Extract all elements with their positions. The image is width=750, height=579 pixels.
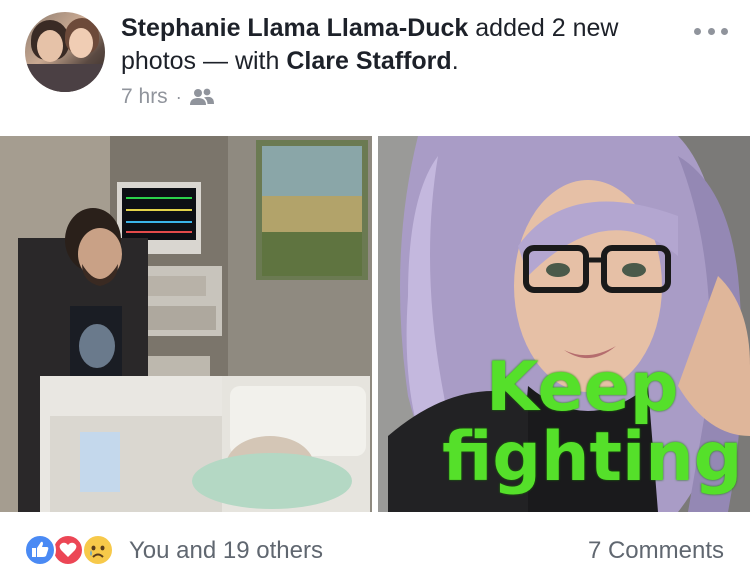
author-name-link[interactable]: Stephanie Llama Llama-Duck <box>121 14 468 42</box>
reactions-bar: You and 19 others 7 Comments <box>0 512 750 579</box>
post-timestamp[interactable]: 7 hrs <box>121 85 168 109</box>
love-icon <box>52 534 84 566</box>
caption-line1: Keep <box>486 348 679 427</box>
photo-grid: Keep fighting <box>0 136 750 512</box>
post-meta: 7 hrs · <box>121 84 214 110</box>
reaction-icons[interactable] <box>24 534 124 568</box>
more-options-icon[interactable] <box>690 16 732 46</box>
post-headline: Stephanie Llama Llama-Duck added 2 new p… <box>121 12 681 78</box>
meta-separator: · <box>175 86 182 107</box>
photo-selfie[interactable]: Keep fighting <box>378 136 750 512</box>
friends-icon[interactable] <box>189 87 214 107</box>
like-icon <box>24 534 56 566</box>
sad-icon <box>82 534 114 566</box>
post-header: Stephanie Llama Llama-Duck added 2 new p… <box>0 0 750 136</box>
comments-count-link[interactable]: 7 Comments <box>588 534 724 568</box>
photo-hospital-room[interactable] <box>0 136 372 512</box>
author-avatar[interactable] <box>25 12 105 92</box>
tagged-person-link[interactable]: Clare Stafford <box>286 47 451 75</box>
caption-line2: fighting <box>442 418 743 497</box>
reactions-summary-link[interactable]: You and 19 others <box>129 534 323 568</box>
headline-period: . <box>451 47 459 75</box>
